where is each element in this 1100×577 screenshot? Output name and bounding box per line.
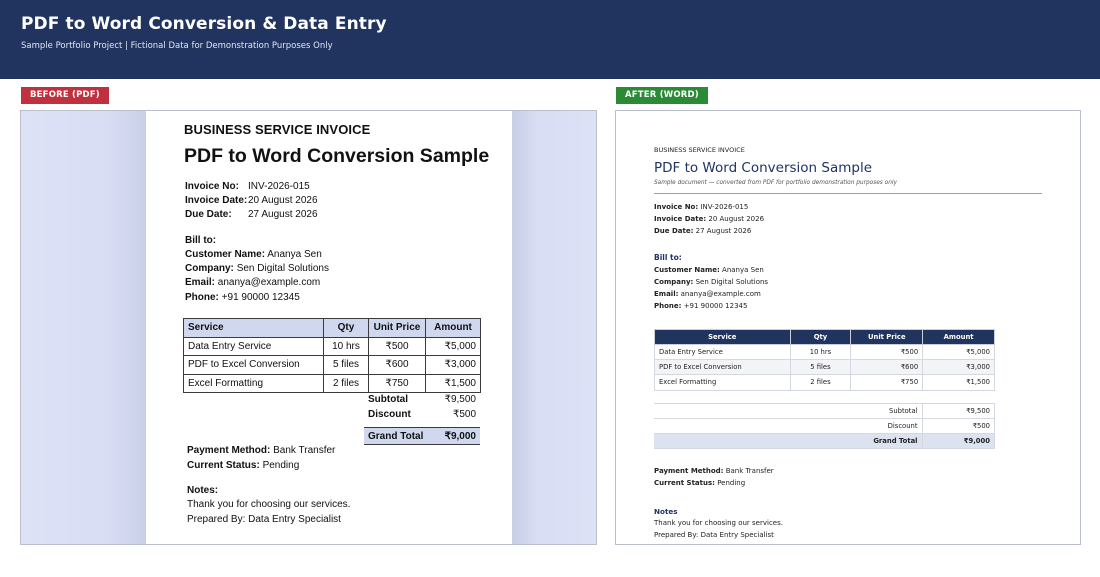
cell: PDF to Excel Conversion bbox=[654, 359, 791, 376]
page-title: PDF to Word Conversion & Data Entry bbox=[21, 14, 387, 34]
scan-shadow-right bbox=[511, 111, 596, 544]
pdf-grand-total: Grand Total ₹9,000 bbox=[364, 427, 480, 445]
word-bill-to: Bill to: bbox=[654, 253, 682, 262]
cell: ₹600 bbox=[850, 359, 924, 376]
pdf-notes-label: Notes: bbox=[187, 485, 219, 496]
table-row: Data Entry Service 10 hrs ₹500 ₹5,000 bbox=[654, 343, 995, 361]
cell: 5 files bbox=[323, 355, 369, 375]
cell: ₹3,000 bbox=[425, 355, 481, 375]
pdf-col-unit-price: Unit Price bbox=[368, 318, 426, 338]
scan-shadow-left bbox=[21, 111, 146, 544]
word-subtotal: Subtotal ₹9,500 bbox=[654, 403, 995, 419]
word-notes-label: Notes bbox=[654, 507, 678, 516]
word-kicker: BUSINESS SERVICE INVOICE bbox=[654, 146, 745, 154]
table-row: Excel Formatting 2 files ₹750 ₹1,500 bbox=[654, 374, 995, 391]
pdf-payment: Payment Method: Bank Transfer bbox=[187, 445, 336, 456]
pdf-col-qty: Qty bbox=[323, 318, 369, 338]
cell: ₹500 bbox=[850, 343, 924, 361]
cell: PDF to Excel Conversion bbox=[183, 355, 324, 375]
after-badge: AFTER (WORD) bbox=[616, 87, 708, 104]
word-company: Company: Sen Digital Solutions bbox=[654, 278, 769, 286]
cell: 10 hrs bbox=[789, 343, 852, 361]
table-row: PDF to Excel Conversion 5 files ₹600 ₹3,… bbox=[654, 359, 995, 376]
page-header: PDF to Word Conversion & Data Entry Samp… bbox=[0, 0, 1100, 79]
cell: 5 files bbox=[789, 359, 852, 376]
word-phone: Phone: +91 90000 12345 bbox=[654, 302, 748, 310]
page-subtitle: Sample Portfolio Project | Fictional Dat… bbox=[21, 41, 333, 51]
word-col-qty: Qty bbox=[789, 329, 852, 345]
cell: 10 hrs bbox=[323, 336, 369, 356]
cell: ₹750 bbox=[850, 374, 924, 391]
table-row: Excel Formatting 2 files ₹750 ₹1,500 bbox=[183, 373, 481, 393]
pdf-items-table: Service Qty Unit Price Amount Data Entry… bbox=[183, 318, 481, 393]
pdf-notes-line2: Prepared By: Data Entry Specialist bbox=[187, 514, 341, 525]
word-col-amount: Amount bbox=[922, 329, 995, 345]
pdf-invoice-no: Invoice No: INV-2026-015 bbox=[185, 181, 310, 192]
pdf-discount: Discount ₹500 bbox=[368, 408, 476, 420]
cell: Data Entry Service bbox=[654, 343, 791, 361]
cell: Excel Formatting bbox=[654, 374, 791, 391]
word-discount: Discount ₹500 bbox=[654, 418, 995, 434]
cell: ₹1,500 bbox=[425, 373, 481, 393]
pdf-notes-line1: Thank you for choosing our services. bbox=[187, 499, 351, 510]
word-divider bbox=[654, 193, 1042, 194]
cell: ₹5,000 bbox=[922, 343, 995, 361]
cell: Excel Formatting bbox=[183, 373, 324, 393]
word-status: Current Status: Pending bbox=[654, 479, 746, 487]
pdf-status: Current Status: Pending bbox=[187, 460, 300, 471]
word-customer: Customer Name: Ananya Sen bbox=[654, 266, 764, 274]
pdf-preview-panel: BUSINESS SERVICE INVOICE PDF to Word Con… bbox=[20, 110, 597, 545]
word-totals: Subtotal ₹9,500 Discount ₹500 Grand Tota… bbox=[654, 403, 995, 449]
table-row: Data Entry Service 10 hrs ₹500 ₹5,000 bbox=[183, 336, 481, 356]
pdf-kicker: BUSINESS SERVICE INVOICE bbox=[184, 122, 371, 137]
cell: 2 files bbox=[789, 374, 852, 391]
before-badge: BEFORE (PDF) bbox=[21, 87, 109, 104]
cell: ₹500 bbox=[368, 336, 426, 356]
pdf-invoice-date: Invoice Date:20 August 2026 bbox=[185, 195, 318, 206]
pdf-col-service: Service bbox=[183, 318, 324, 338]
word-note: Sample document — converted from PDF for… bbox=[654, 180, 897, 186]
pdf-totals: Subtotal ₹9,500 Discount ₹500 Grand Total ₹… bbox=[364, 394, 480, 445]
pdf-title: PDF to Word Conversion Sample bbox=[184, 145, 490, 167]
cell: ₹600 bbox=[368, 355, 426, 375]
word-notes-line1: Thank you for choosing our services. bbox=[654, 519, 783, 527]
cell: 2 files bbox=[323, 373, 369, 393]
word-col-service: Service bbox=[654, 329, 791, 345]
pdf-phone: Phone: +91 90000 12345 bbox=[185, 292, 300, 303]
word-email: Email: ananya@example.com bbox=[654, 290, 761, 298]
word-payment: Payment Method: Bank Transfer bbox=[654, 467, 774, 475]
pdf-company: Company: Sen Digital Solutions bbox=[185, 263, 329, 274]
word-invoice-no: Invoice No: INV-2026-015 bbox=[654, 203, 749, 211]
pdf-customer: Customer Name: Ananya Sen bbox=[185, 249, 322, 260]
word-preview-panel: BUSINESS SERVICE INVOICE PDF to Word Con… bbox=[615, 110, 1081, 545]
cell: Data Entry Service bbox=[183, 336, 324, 356]
word-due-date: Due Date: 27 August 2026 bbox=[654, 227, 752, 235]
pdf-col-amount: Amount bbox=[425, 318, 481, 338]
pdf-due-date: Due Date: 27 August 2026 bbox=[185, 209, 318, 220]
word-invoice-date: Invoice Date: 20 August 2026 bbox=[654, 215, 765, 223]
cell: ₹1,500 bbox=[922, 374, 995, 391]
table-row: PDF to Excel Conversion 5 files ₹600 ₹3,… bbox=[183, 355, 481, 375]
pdf-email: Email: ananya@example.com bbox=[185, 277, 321, 288]
word-notes-line2: Prepared By: Data Entry Specialist bbox=[654, 531, 774, 539]
cell: ₹750 bbox=[368, 373, 426, 393]
word-grand-total: Grand Total ₹9,000 bbox=[654, 433, 995, 449]
pdf-bill-to: Bill to: bbox=[185, 235, 217, 246]
word-col-unit-price: Unit Price bbox=[850, 329, 924, 345]
word-items-table: Service Qty Unit Price Amount Data Entry… bbox=[654, 329, 995, 391]
pdf-page: BUSINESS SERVICE INVOICE PDF to Word Con… bbox=[146, 111, 512, 544]
word-title: PDF to Word Conversion Sample bbox=[654, 160, 873, 176]
pdf-subtotal: Subtotal ₹9,500 bbox=[368, 394, 476, 405]
cell: ₹5,000 bbox=[425, 336, 481, 356]
cell: ₹3,000 bbox=[922, 359, 995, 376]
